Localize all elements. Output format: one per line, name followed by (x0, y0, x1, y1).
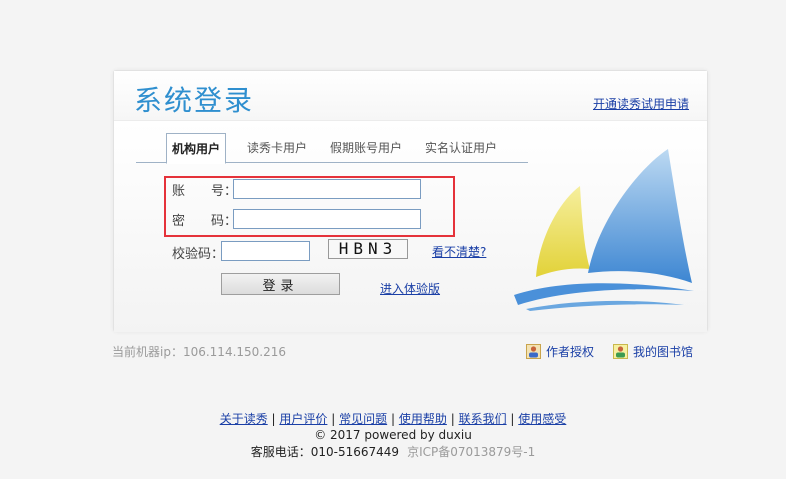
captcha-image[interactable]: HBN3 (328, 239, 408, 259)
tab-holiday-account-user[interactable]: 假期账号用户 (330, 139, 402, 156)
page-title: 系统登录 (134, 84, 255, 117)
account-input[interactable] (233, 179, 421, 199)
footer-contact: 客服电话：010-51667449 京ICP备07013879号-1 (0, 443, 786, 460)
footer-link-contact[interactable]: 联系我们 (459, 412, 507, 426)
icp-number: 京ICP备07013879号-1 (407, 445, 536, 459)
captcha-input[interactable] (221, 241, 310, 261)
machine-ip: 当前机器ip：106.114.150.216 (112, 345, 287, 359)
footer-separator: | (510, 412, 515, 426)
footer-link-help[interactable]: 使用帮助 (399, 412, 447, 426)
captcha-label: 校验码： (172, 247, 225, 262)
author-authorization-link[interactable]: 作者授权 (526, 343, 594, 360)
refresh-captcha-link[interactable]: 看不清楚? (432, 243, 486, 260)
footer-separator: | (271, 412, 276, 426)
tab-verified-user[interactable]: 实名认证用户 (425, 139, 497, 156)
login-button[interactable]: 登录 (221, 273, 340, 295)
library-icon (613, 344, 628, 359)
footer-separator: | (331, 412, 336, 426)
demo-version-link[interactable]: 进入体验版 (380, 280, 440, 297)
tab-institution-user[interactable]: 机构用户 (166, 133, 227, 164)
account-label: 账 号： (172, 184, 238, 199)
footer-link-faq[interactable]: 常见问题 (339, 412, 387, 426)
footer-link-about[interactable]: 关于读秀 (220, 412, 268, 426)
author-authorization-label: 作者授权 (546, 345, 595, 359)
copyright: © 2017 powered by duxiu (314, 428, 472, 442)
my-library-label: 我的图书馆 (633, 345, 694, 359)
tab-card-user[interactable]: 读秀卡用户 (247, 139, 307, 156)
author-icon (526, 344, 541, 359)
footer-links: 关于读秀 | 用户评价 | 常见问题 | 使用帮助 | 联系我们 | 使用感受 (0, 410, 786, 427)
panel-header: 系统登录 开通读秀试用申请 (114, 71, 707, 121)
password-label: 密 码： (172, 214, 238, 229)
footer-separator: | (390, 412, 396, 426)
login-tabs: 机构用户 读秀卡用户 假期账号用户 实名认证用户 (136, 133, 528, 164)
service-phone: 客服电话：010-51667449 (250, 445, 400, 459)
footer-link-feedback[interactable]: 使用感受 (518, 412, 566, 426)
sailboat-logo-icon (514, 149, 694, 311)
trial-apply-link[interactable]: 开通读秀试用申请 (593, 95, 689, 112)
login-panel: 系统登录 开通读秀试用申请 机构用户 读秀卡用户 假期账号用户 实名认证用户 账… (113, 70, 708, 332)
password-input[interactable] (233, 209, 421, 229)
footer-link-reviews[interactable]: 用户评价 (279, 412, 327, 426)
footer-separator: | (450, 412, 455, 426)
my-library-link[interactable]: 我的图书馆 (613, 343, 693, 360)
